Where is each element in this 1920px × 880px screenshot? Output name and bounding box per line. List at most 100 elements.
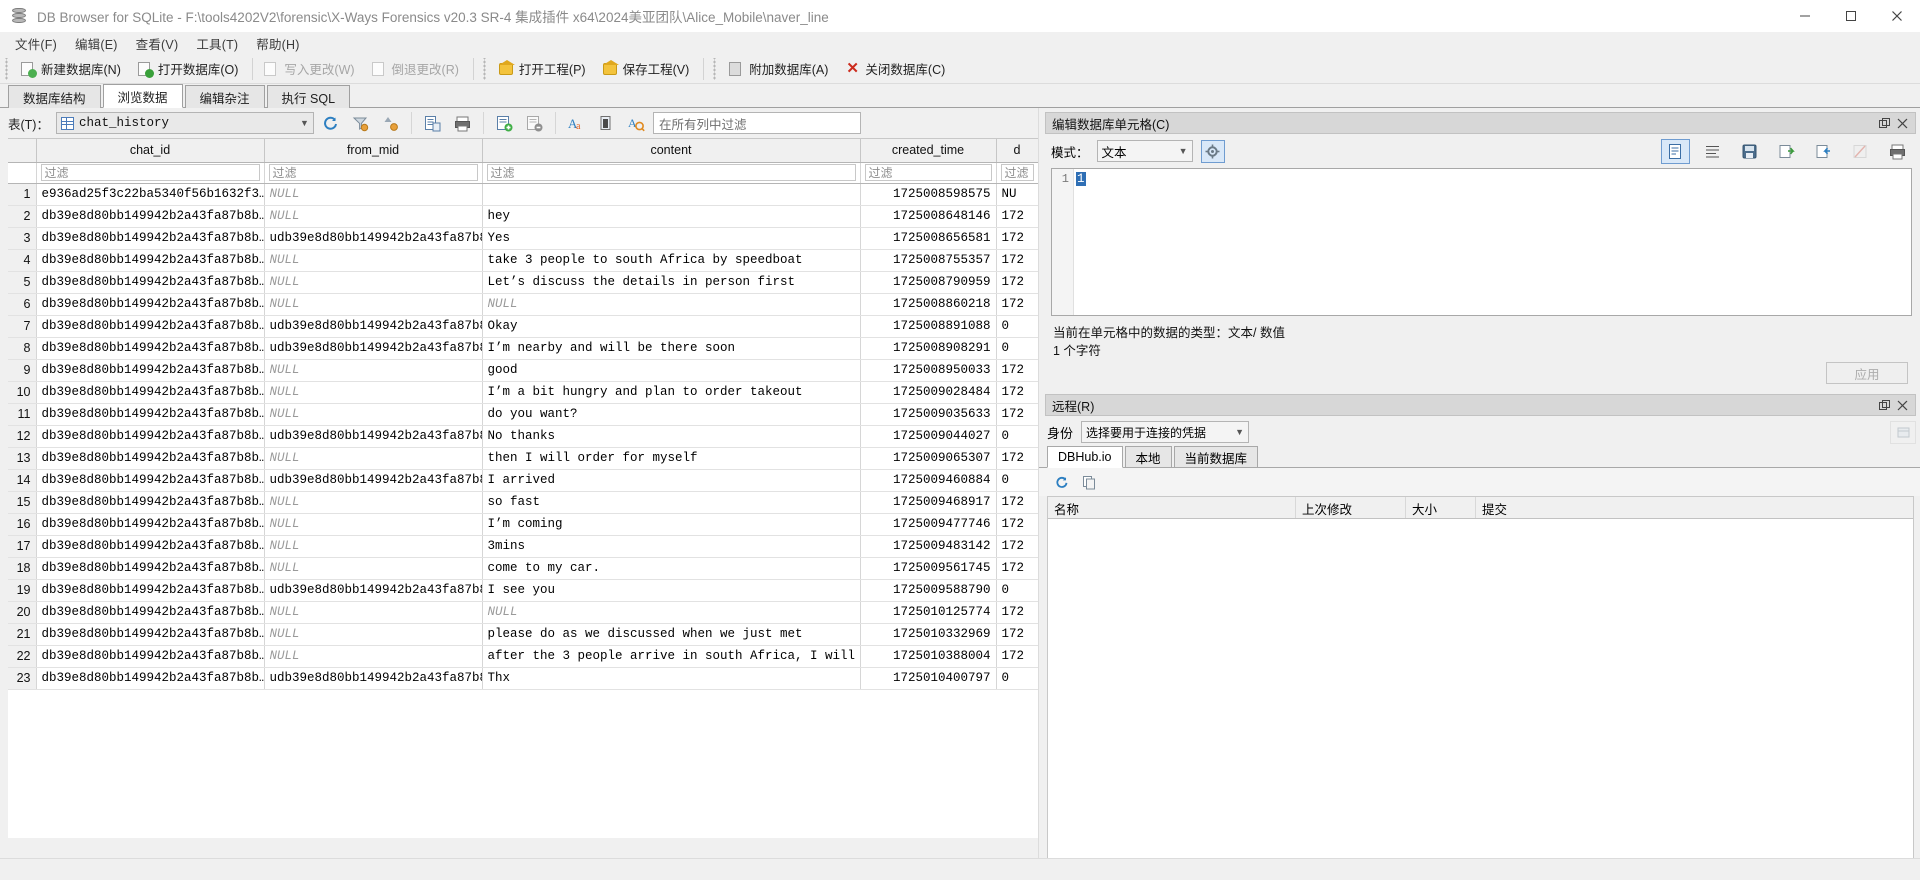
row-number[interactable]: 13	[8, 447, 37, 470]
mode-combobox[interactable]: 文本 ▼	[1096, 140, 1193, 162]
menu-view[interactable]: 查看(V)	[127, 32, 188, 55]
cell-from-mid[interactable]: NULL	[264, 535, 483, 558]
cell-d[interactable]: 172	[996, 359, 1038, 382]
table-row[interactable]: 10 db39e8d80bb149942b2a43fa87b8b… NULL I’m …	[8, 381, 1038, 404]
filter-button[interactable]	[347, 110, 374, 136]
cell-content[interactable]: so fast	[482, 491, 861, 514]
toolbar-grip[interactable]	[4, 57, 12, 80]
cell-created-time[interactable]: 1725009561745	[860, 557, 997, 580]
cell-d[interactable]: 172	[996, 535, 1038, 558]
table-row[interactable]: 23 db39e8d80bb149942b2a43fa87b8b… udb39e8d…	[8, 667, 1038, 690]
cell-from-mid[interactable]: udb39e8d80bb149942b2a43fa87b8b…	[264, 579, 483, 602]
cell-content[interactable]: 3mins	[482, 535, 861, 558]
cell-chat-id[interactable]: db39e8d80bb149942b2a43fa87b8b…	[36, 271, 265, 294]
cell-from-mid[interactable]: NULL	[264, 557, 483, 580]
cell-from-mid[interactable]: NULL	[264, 381, 483, 404]
remote-tab-local[interactable]: 本地	[1124, 446, 1172, 467]
cell-content[interactable]: NULL	[482, 601, 861, 624]
menu-file[interactable]: 文件(F)	[6, 32, 66, 55]
table-row[interactable]: 8 db39e8d80bb149942b2a43fa87b8b… udb39e8d8…	[8, 337, 1038, 360]
cell-content[interactable]	[482, 183, 861, 206]
float-panel-icon[interactable]	[1877, 116, 1891, 130]
row-number[interactable]: 3	[8, 227, 37, 250]
cell-chat-id[interactable]: db39e8d80bb149942b2a43fa87b8b…	[36, 557, 265, 580]
cell-chat-id[interactable]: db39e8d80bb149942b2a43fa87b8b…	[36, 491, 265, 514]
cell-content[interactable]: take 3 people to south Africa by speedbo…	[482, 249, 861, 272]
editor-text-area[interactable]: 1	[1074, 169, 1911, 315]
tab-execute-sql[interactable]: 执行 SQL	[266, 85, 351, 108]
row-number[interactable]: 23	[8, 667, 37, 690]
tab-database-structure[interactable]: 数据库结构	[8, 85, 101, 108]
table-row[interactable]: 13 db39e8d80bb149942b2a43fa87b8b… NULL then…	[8, 447, 1038, 470]
cell-content[interactable]: I’m nearby and will be there soon	[482, 337, 861, 360]
cell-chat-id[interactable]: db39e8d80bb149942b2a43fa87b8b…	[36, 623, 265, 646]
cell-content[interactable]: after the 3 people arrive in south Afric…	[482, 645, 861, 668]
cell-from-mid[interactable]: NULL	[264, 403, 483, 426]
table-row[interactable]: 20 db39e8d80bb149942b2a43fa87b8b… NULL NULL…	[8, 601, 1038, 624]
cell-chat-id[interactable]: db39e8d80bb149942b2a43fa87b8b…	[36, 425, 265, 448]
cell-d[interactable]: 172	[996, 205, 1038, 228]
cell-content[interactable]: Let’s discuss the details in person firs…	[482, 271, 861, 294]
attach-database-button[interactable]: 附加数据库(A)	[722, 57, 838, 80]
tab-edit-pragmas[interactable]: 编辑杂注	[184, 85, 265, 108]
filter-input-d[interactable]: 过滤	[996, 162, 1038, 184]
table-row[interactable]: 4 db39e8d80bb149942b2a43fa87b8b… NULL take …	[8, 249, 1038, 272]
row-number[interactable]: 1	[8, 183, 37, 206]
remote-column-last-modified[interactable]: 上次修改	[1296, 497, 1406, 518]
close-panel-icon[interactable]	[1895, 116, 1909, 130]
cell-created-time[interactable]: 1725008648146	[860, 205, 997, 228]
cell-created-time[interactable]: 1725009460884	[860, 469, 997, 492]
table-selector-combobox[interactable]: chat_history ▼	[55, 112, 314, 134]
row-number[interactable]: 11	[8, 403, 37, 426]
cell-from-mid[interactable]: NULL	[264, 645, 483, 668]
cell-d[interactable]: 0	[996, 469, 1038, 492]
cell-content[interactable]: do you want?	[482, 403, 861, 426]
toolbar-grip[interactable]	[481, 57, 490, 80]
row-number[interactable]: 6	[8, 293, 37, 316]
row-number[interactable]: 12	[8, 425, 37, 448]
row-number[interactable]: 22	[8, 645, 37, 668]
row-number[interactable]: 17	[8, 535, 37, 558]
cell-chat-id[interactable]: db39e8d80bb149942b2a43fa87b8b…	[36, 227, 265, 250]
row-number[interactable]: 7	[8, 315, 37, 338]
cell-d[interactable]: 172	[996, 645, 1038, 668]
cell-created-time[interactable]: 1725009468917	[860, 491, 997, 514]
open-database-button[interactable]: 打开数据库(O)	[131, 57, 249, 80]
cell-chat-id[interactable]: e936ad25f3c22ba5340f56b1632f3…	[36, 183, 265, 206]
remote-clone-button[interactable]	[1077, 471, 1101, 493]
cell-d[interactable]: 172	[996, 601, 1038, 624]
cell-chat-id[interactable]: db39e8d80bb149942b2a43fa87b8b…	[36, 337, 265, 360]
close-database-button[interactable]: ✕ 关闭数据库(C)	[838, 57, 955, 80]
cell-d[interactable]: 0	[996, 667, 1038, 690]
cell-created-time[interactable]: 1725009035633	[860, 403, 997, 426]
table-row[interactable]: 17 db39e8d80bb149942b2a43fa87b8b… NULL 3min…	[8, 535, 1038, 558]
cell-content[interactable]: I see you	[482, 579, 861, 602]
cell-created-time[interactable]: 1725008598575	[860, 183, 997, 206]
table-row[interactable]: 12 db39e8d80bb149942b2a43fa87b8b… udb39e8d…	[8, 425, 1038, 448]
close-button[interactable]	[1874, 0, 1920, 31]
revert-changes-button[interactable]: 倒退更改(R)	[365, 57, 469, 80]
menu-tools[interactable]: 工具(T)	[187, 32, 247, 55]
save-project-button[interactable]: 保存工程(V)	[596, 57, 700, 80]
remote-refresh-button[interactable]	[1049, 471, 1073, 493]
font-button[interactable]: Aa	[563, 110, 590, 136]
cell-content[interactable]: hey	[482, 205, 861, 228]
cell-created-time[interactable]: 1725009028484	[860, 381, 997, 404]
cell-chat-id[interactable]: db39e8d80bb149942b2a43fa87b8b…	[36, 601, 265, 624]
cell-d[interactable]: 172	[996, 227, 1038, 250]
remote-column-commit[interactable]: 提交	[1476, 497, 1913, 518]
row-number[interactable]: 4	[8, 249, 37, 272]
cell-created-time[interactable]: 1725008950033	[860, 359, 997, 382]
cell-content[interactable]: Thx	[482, 667, 861, 690]
cell-from-mid[interactable]: udb39e8d80bb149942b2a43fa87b8b…	[264, 227, 483, 250]
export-data-icon[interactable]	[1772, 139, 1801, 164]
table-row[interactable]: 9 db39e8d80bb149942b2a43fa87b8b… NULL good 1…	[8, 359, 1038, 382]
cell-d[interactable]: 172	[996, 381, 1038, 404]
column-header-d[interactable]: d	[996, 139, 1038, 163]
cell-created-time[interactable]: 1725008656581	[860, 227, 997, 250]
remote-file-list[interactable]: 名称 上次修改 大小 提交	[1047, 496, 1914, 858]
new-record-button[interactable]	[419, 110, 446, 136]
cell-content[interactable]: then I will order for myself	[482, 447, 861, 470]
import-data-icon[interactable]	[1735, 139, 1764, 164]
column-header-created_time[interactable]: created_time	[860, 139, 997, 163]
